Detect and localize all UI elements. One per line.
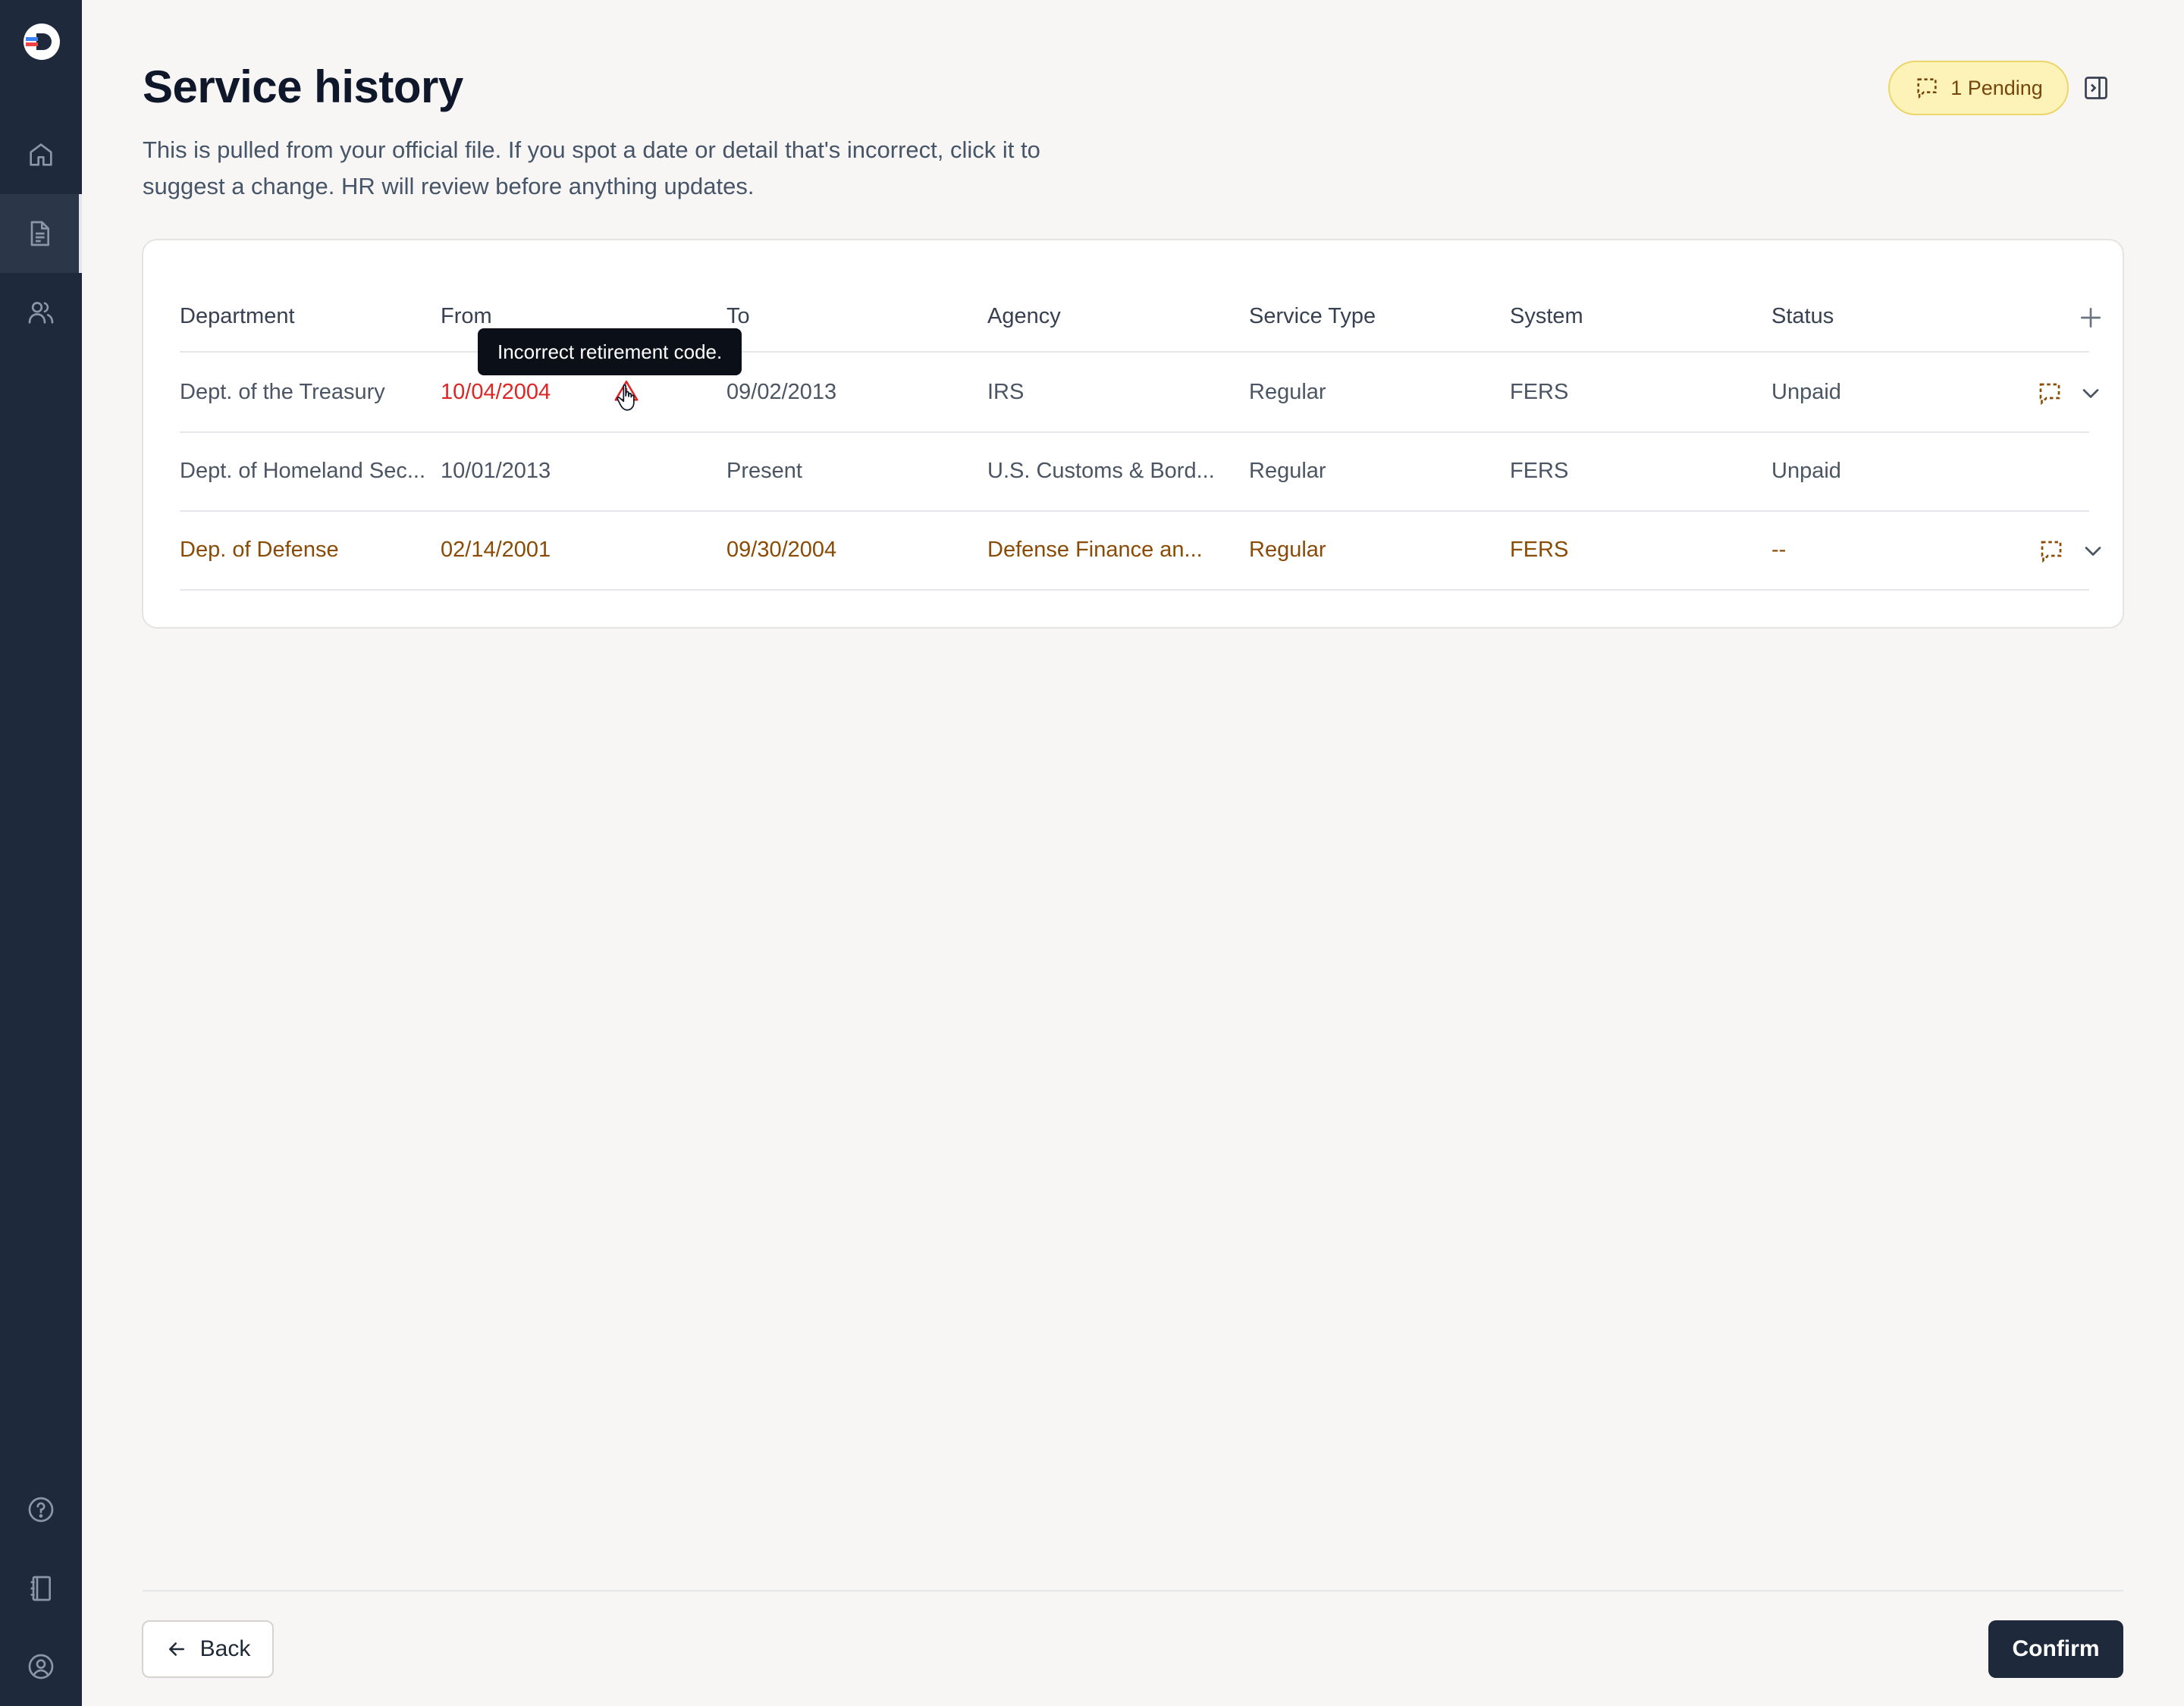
account-icon [28, 1654, 54, 1679]
nav-help[interactable] [0, 1470, 82, 1549]
tooltip: Incorrect retirement code. [478, 328, 742, 375]
cell-system[interactable]: FERS [1510, 380, 1568, 405]
column-header-agency: Agency [987, 304, 1061, 328]
nav-notebook[interactable] [0, 1549, 82, 1628]
document-icon [30, 221, 49, 246]
back-button[interactable]: Back [142, 1620, 274, 1678]
pending-badge[interactable]: 1 Pending [1888, 61, 2069, 115]
page-title: Service history [143, 61, 463, 112]
table-header: Department From To Agency Service Type S… [180, 287, 2101, 353]
sidebar [0, 0, 82, 1706]
cursor-hand-icon [617, 384, 635, 411]
logo-icon[interactable] [23, 23, 61, 61]
nav-documents[interactable] [0, 194, 82, 273]
add-row-icon[interactable] [2076, 303, 2106, 333]
users-icon [28, 302, 54, 324]
cell-service-type[interactable]: Regular [1249, 459, 1326, 484]
chevron-down-icon[interactable] [2077, 380, 2104, 407]
nav-people[interactable] [0, 273, 82, 352]
nav-account[interactable] [0, 1627, 82, 1706]
cell-agency[interactable]: IRS [987, 380, 1024, 405]
footer-divider [143, 1590, 2123, 1592]
cell-from[interactable]: 10/01/2013 [441, 459, 551, 484]
cell-service-type[interactable]: Regular [1249, 380, 1326, 405]
table-row[interactable]: Dep. of Defense 02/14/2001 09/30/2004 De… [180, 512, 2101, 591]
cell-from[interactable]: 10/04/2004 [441, 380, 551, 405]
table-row[interactable]: Dept. of Homeland Sec... 10/01/2013 Pres… [180, 433, 2089, 512]
nav-home[interactable] [0, 115, 82, 194]
chevron-down-icon[interactable] [2079, 538, 2107, 565]
service-history-card: Department From To Agency Service Type S… [142, 239, 2124, 629]
cell-from[interactable]: 02/14/2001 [441, 538, 551, 563]
cell-department[interactable]: Dept. of Homeland Sec... [180, 459, 425, 484]
cell-agency[interactable]: U.S. Customs & Bord... [987, 459, 1215, 484]
cell-status[interactable]: -- [1771, 538, 1786, 563]
comment-dashed-icon[interactable] [2038, 538, 2065, 565]
column-header-department: Department [180, 304, 295, 328]
comment-dashed-icon [1917, 78, 1937, 99]
home-icon [30, 143, 52, 166]
cell-status[interactable]: Unpaid [1771, 380, 1841, 405]
column-header-status: Status [1771, 304, 1834, 328]
arrow-left-icon [168, 1642, 184, 1656]
cell-system[interactable]: FERS [1510, 459, 1568, 484]
cell-to[interactable]: 09/02/2013 [726, 380, 836, 405]
cell-to[interactable]: Present [726, 459, 802, 484]
help-icon [28, 1497, 54, 1523]
table-row[interactable]: Dept. of the Treasury 10/04/2004 09/02/2… [180, 354, 2099, 433]
cell-service-type[interactable]: Regular [1249, 538, 1326, 563]
page-subtitle: This is pulled from your official file. … [143, 136, 1040, 199]
column-header-service-type: Service Type [1249, 304, 1376, 328]
back-label: Back [199, 1636, 251, 1661]
comment-dashed-icon[interactable] [2036, 380, 2063, 407]
column-header-from: From [441, 304, 492, 328]
cell-system[interactable]: FERS [1510, 538, 1568, 563]
cell-status[interactable]: Unpaid [1771, 459, 1841, 484]
notebook-icon [30, 1576, 51, 1601]
confirm-button[interactable]: Confirm [1988, 1620, 2123, 1678]
column-header-system: System [1510, 304, 1583, 328]
panel-toggle-icon[interactable] [2082, 74, 2110, 102]
cell-agency[interactable]: Defense Finance an... [987, 538, 1203, 563]
column-header-to: To [726, 304, 750, 328]
cell-department[interactable]: Dept. of the Treasury [180, 380, 385, 405]
cell-to[interactable]: 09/30/2004 [726, 538, 836, 563]
cell-department[interactable]: Dep. of Defense [180, 538, 339, 563]
pending-label: 1 Pending [1950, 76, 2043, 99]
